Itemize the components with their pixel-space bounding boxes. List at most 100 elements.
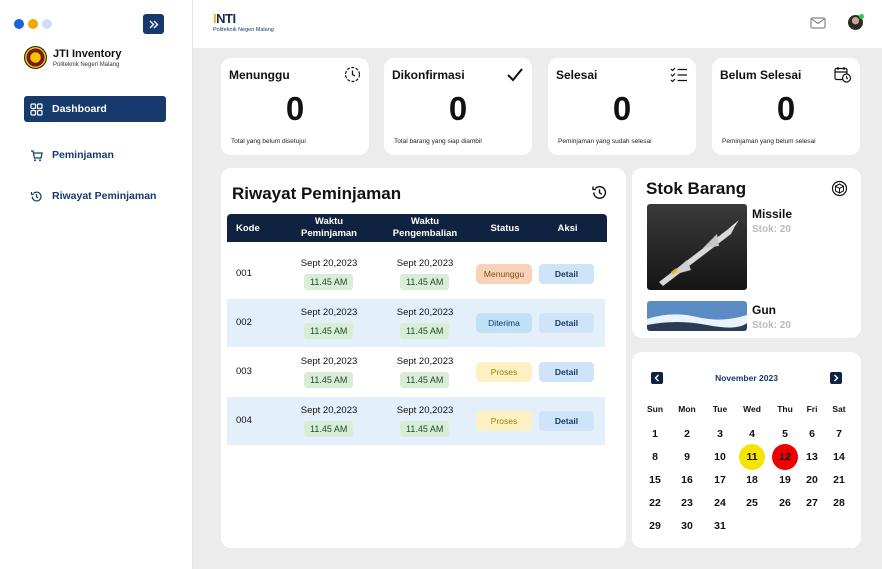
calendar-day[interactable]: 10 [707, 447, 733, 467]
column-header-aksi: Aksi [557, 223, 578, 234]
column-header-waktu-pengembalian: Waktu Pengembalian [392, 216, 458, 239]
stock-item-name: Gun [752, 303, 776, 317]
calendar-day[interactable]: 27 [799, 493, 825, 513]
sidebar-toggle-button[interactable] [143, 14, 164, 34]
calendar-weekday: Thu [777, 404, 793, 414]
mail-icon[interactable] [810, 17, 826, 29]
box-icon[interactable] [831, 180, 848, 197]
calendar-weekday: Fri [806, 404, 818, 414]
row-pinjam-date: Sept 20,2023 [300, 405, 358, 416]
missile-image[interactable] [647, 204, 747, 290]
sidebar-item-peminjaman[interactable]: Peminjaman [24, 142, 166, 168]
calendar-weekday: Sun [646, 404, 664, 414]
stock-item-count: Stok: 20 [752, 320, 791, 331]
sidebar-item-dashboard[interactable]: Dashboard [24, 96, 166, 122]
stat-card-menunggu: Menunggu 0 Total yang belum disetujui [221, 58, 369, 155]
row-pinjam-time: 11.45 AM [304, 323, 354, 339]
grid-icon [30, 102, 43, 116]
calendar-day[interactable]: 4 [739, 424, 765, 444]
status-badge: Menunggu [476, 264, 532, 284]
calendar-day[interactable]: 2 [674, 424, 700, 444]
sidebar-item-label: Peminjaman [52, 149, 114, 161]
calendar-month: November 2023 [715, 373, 778, 383]
calendar-day[interactable]: 13 [799, 447, 825, 467]
calendar-day[interactable]: 20 [799, 470, 825, 490]
detail-button[interactable]: Detail [539, 411, 594, 431]
calendar-day[interactable]: 23 [674, 493, 700, 513]
status-badge: Proses [476, 362, 532, 382]
calendar-day[interactable]: 26 [772, 493, 798, 513]
checklist-icon [670, 67, 687, 83]
calendar-weekday: Wed [743, 404, 761, 414]
row-pinjam-time: 11.45 AM [304, 372, 354, 388]
row-pinjam-date: Sept 20,2023 [300, 258, 358, 269]
stat-description: Peminjaman yang belum selesai [722, 138, 816, 145]
calendar-day[interactable]: 6 [799, 424, 825, 444]
row-kode: 001 [236, 268, 252, 279]
calendar-day[interactable]: 28 [826, 493, 852, 513]
calendar-day[interactable]: 14 [826, 447, 852, 467]
calendar-day[interactable]: 1 [642, 424, 668, 444]
stock-item-name: Missile [752, 207, 793, 221]
calendar-day[interactable]: 19 [772, 470, 798, 490]
stat-value: 0 [285, 90, 305, 127]
polinema-logo [24, 46, 47, 69]
column-header-kode: Kode [236, 223, 260, 234]
calendar-day[interactable]: 5 [772, 424, 798, 444]
topbar: INTI Politeknik Negeri Malang [193, 0, 882, 48]
sidebar-item-label: Riwayat Peminjaman [52, 190, 157, 202]
detail-button[interactable]: Detail [539, 313, 594, 333]
jti-logo[interactable]: INTI Politeknik Negeri Malang [213, 11, 274, 33]
logo-mark: INTI [213, 11, 236, 26]
detail-button[interactable]: Detail [539, 264, 594, 284]
row-kode: 003 [236, 366, 252, 377]
stok-barang-panel: Stok Barang Missile Stok: 20 Gun Stok: 2… [632, 168, 861, 338]
online-status-dot [859, 14, 864, 19]
calendar-day[interactable]: 3 [707, 424, 733, 444]
calendar-panel: November 2023 Sun Mon Tue Wed Thu Fri Sat 1 2 3 4 5… [632, 352, 861, 548]
calendar-day[interactable]: 11 [739, 444, 765, 470]
stat-value: 0 [448, 90, 468, 127]
calendar-day[interactable]: 22 [642, 493, 668, 513]
calendar-day[interactable]: 9 [674, 447, 700, 467]
detail-button[interactable]: Detail [539, 362, 594, 382]
row-kode: 004 [236, 415, 252, 426]
calendar-day[interactable]: 18 [739, 470, 765, 490]
panel-title: Riwayat Peminjaman [232, 184, 402, 203]
calendar-day[interactable]: 25 [739, 493, 765, 513]
sidebar-item-riwayat[interactable]: Riwayat Peminjaman [24, 183, 166, 209]
calendar-day[interactable]: 17 [707, 470, 733, 490]
calendar-next-button[interactable] [830, 372, 842, 384]
calendar-day[interactable]: 16 [674, 470, 700, 490]
row-kembali-date: Sept 20,2023 [396, 307, 454, 318]
calendar-day[interactable]: 29 [642, 516, 668, 536]
calendar-day[interactable]: 8 [642, 447, 668, 467]
calendar-day[interactable]: 24 [707, 493, 733, 513]
cart-icon [31, 149, 43, 161]
stat-title: Menunggu [229, 68, 290, 82]
table-row: 004 Sept 20,2023 11.45 AM Sept 20,2023 1… [227, 397, 605, 445]
calendar-day[interactable]: 31 [707, 516, 733, 536]
window-dot-yellow [28, 19, 38, 29]
history-icon [30, 191, 42, 202]
calendar-day[interactable]: 30 [674, 516, 700, 536]
stat-description: Total barang yang siap diambil [394, 138, 482, 145]
row-kembali-date: Sept 20,2023 [396, 258, 454, 269]
logo-subtitle: Politeknik Negeri Malang [213, 27, 274, 33]
calendar-day[interactable]: 7 [826, 424, 852, 444]
table-row: 001 Sept 20,2023 11.45 AM Sept 20,2023 1… [227, 250, 605, 298]
calendar-day[interactable]: 12 [772, 444, 798, 470]
avatar[interactable] [848, 14, 864, 30]
window-dots [14, 19, 52, 29]
stat-value: 0 [776, 90, 796, 127]
history-icon[interactable] [591, 184, 608, 201]
gun-image[interactable] [647, 301, 747, 331]
calendar-weekday: Sat [832, 404, 846, 414]
panel-title: Stok Barang [646, 179, 747, 198]
calendar-day[interactable]: 21 [826, 470, 852, 490]
stat-title: Belum Selesai [720, 68, 802, 82]
clock-icon [344, 66, 361, 83]
window-dot-light [42, 19, 52, 29]
calendar-weekday: Tue [712, 404, 728, 414]
calendar-day[interactable]: 15 [642, 470, 668, 490]
